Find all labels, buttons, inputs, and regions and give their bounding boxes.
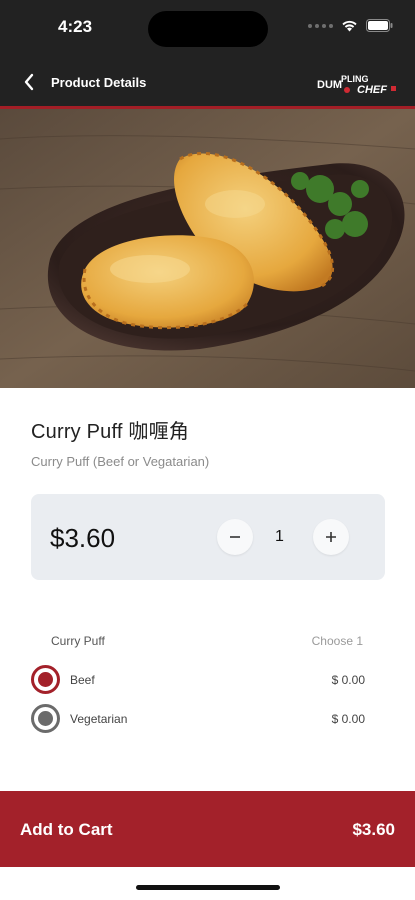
- battery-icon: [366, 19, 393, 32]
- product-price: $3.60: [50, 523, 116, 553]
- svg-text:DUM: DUM: [317, 79, 342, 91]
- plus-icon: [326, 532, 336, 542]
- navbar: Product Details DUM PLING CHEF: [0, 60, 415, 104]
- add-to-cart-label: Add to Cart: [20, 820, 113, 839]
- minus-icon: [230, 536, 240, 538]
- home-indicator[interactable]: [136, 885, 280, 890]
- quantity-value: 1: [275, 528, 284, 545]
- option-vegetarian[interactable]: Vegetarian $ 0.00: [31, 704, 365, 734]
- status-bar: 4:23: [0, 0, 415, 56]
- svg-text:PLING: PLING: [341, 74, 369, 84]
- cart-total: $3.60: [352, 820, 395, 839]
- header: 4:23 Product Details DUM PLING CHEF: [0, 0, 415, 109]
- decrease-quantity-button[interactable]: [217, 519, 253, 555]
- option-label: Vegetarian: [70, 712, 128, 726]
- product-name: Curry Puff 咖喱角: [31, 421, 190, 443]
- page-title: Product Details: [51, 75, 147, 90]
- svg-text:CHEF: CHEF: [357, 84, 387, 96]
- option-group-title: Curry Puff: [51, 634, 105, 648]
- option-price: $ 0.00: [331, 673, 365, 687]
- signal-icon: [308, 23, 333, 28]
- radio-unselected-icon[interactable]: [31, 704, 60, 733]
- product-description: Curry Puff (Beef or Vegatarian): [31, 454, 210, 469]
- dynamic-island: [148, 11, 268, 47]
- increase-quantity-button[interactable]: [313, 519, 349, 555]
- price-quantity-card: $3.60 1: [31, 494, 385, 580]
- radio-selected-icon[interactable]: [31, 665, 60, 694]
- back-chevron-icon[interactable]: [18, 70, 42, 94]
- wifi-icon: [342, 20, 357, 32]
- dumpling-chef-logo: DUM PLING CHEF: [317, 74, 396, 96]
- option-beef[interactable]: Beef $ 0.00: [31, 665, 365, 695]
- status-icons: [308, 19, 393, 32]
- product-image: [0, 109, 415, 388]
- option-label: Beef: [70, 673, 95, 687]
- status-time: 4:23: [58, 17, 93, 36]
- add-to-cart-button[interactable]: Add to Cart $3.60: [0, 791, 415, 867]
- option-choose-hint: Choose 1: [311, 634, 363, 648]
- option-price: $ 0.00: [331, 712, 365, 726]
